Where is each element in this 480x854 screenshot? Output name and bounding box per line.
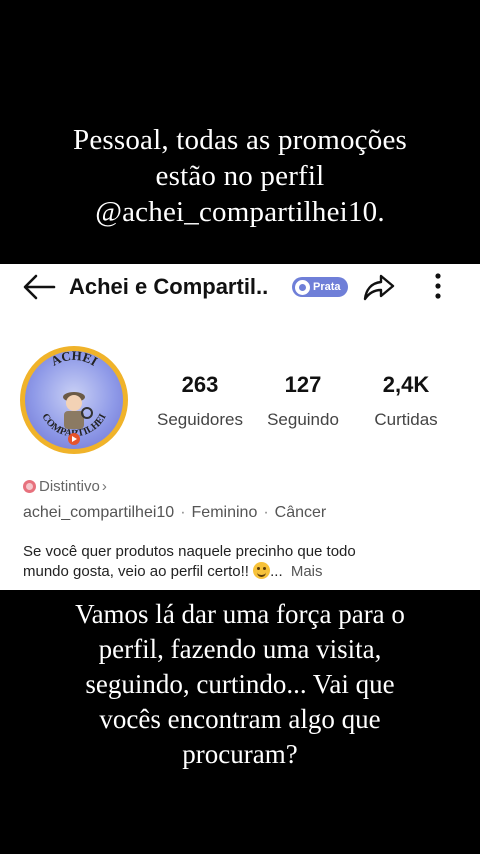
top-caption-line-2: estão no perfil	[155, 160, 325, 192]
profile-title: Achei e Compartil..	[69, 274, 269, 299]
profile-card: Achei e Compartil.. Prata ACHEI COMPAR	[0, 264, 480, 590]
avatar[interactable]: ACHEI COMPARTILHEI	[20, 346, 128, 454]
zodiac-sign: Câncer	[274, 504, 327, 521]
top-caption-line-1: Pessoal, todas as promoções	[72, 124, 407, 156]
stat-value: 263	[181, 372, 219, 397]
stat-label: Seguindo	[267, 410, 339, 429]
bio-line-1: Se você quer produtos naquele precinho q…	[23, 543, 356, 560]
separator: ·	[180, 504, 186, 521]
gender: Feminino	[191, 504, 258, 521]
smile-emoji-icon	[253, 562, 271, 579]
top-caption-line-3: @achei_compartilhei10.	[95, 196, 385, 228]
back-arrow-icon[interactable]	[22, 274, 56, 300]
avatar-illustration: ACHEI COMPARTILHEI	[39, 351, 109, 445]
bottom-caption-line-3: seguindo, curtindo... Vai que	[85, 669, 395, 699]
more-vertical-icon[interactable]	[428, 272, 448, 302]
stat-followers[interactable]: 263 Seguidores	[150, 372, 250, 430]
bottom-caption: Vamos lá dar uma força para o perfil, fa…	[0, 597, 480, 772]
bottom-caption-line-4: vocês encontram algo que	[99, 704, 381, 734]
username: achei_compartilhei10	[23, 504, 175, 521]
bottom-caption-line-5: procuram?	[182, 739, 298, 769]
profile-header: Achei e Compartil.. Prata	[0, 264, 480, 310]
stat-label: Curtidas	[374, 410, 438, 429]
badge-label: Prata	[313, 281, 341, 293]
bio-line-2: mundo gosta, veio ao perfil certo!! ... …	[23, 562, 463, 582]
bio-text: mundo gosta, veio ao perfil certo!!	[23, 563, 249, 580]
share-icon[interactable]	[363, 273, 395, 301]
stat-following[interactable]: 127 Seguindo	[255, 372, 351, 430]
bio-ellipsis: ...	[270, 563, 283, 580]
bottom-caption-line-1: Vamos lá dar uma força para o	[75, 599, 405, 629]
stat-value: 127	[284, 372, 322, 397]
stat-likes[interactable]: 2,4K Curtidas	[362, 372, 450, 430]
bio-more-link[interactable]: Mais	[291, 563, 323, 580]
top-caption: Pessoal, todas as promoções estão no per…	[0, 122, 480, 230]
profile-meta: achei_compartilhei10 · Feminino · Câncer	[23, 504, 326, 522]
distintivo-icon	[23, 480, 36, 493]
svg-text:ACHEI: ACHEI	[48, 351, 100, 369]
distintivo-link[interactable]: Distintivo ›	[23, 478, 107, 495]
distintivo-label: Distintivo	[39, 478, 100, 495]
stat-label: Seguidores	[156, 410, 243, 429]
level-badge[interactable]: Prata	[292, 277, 348, 297]
bottom-caption-line-2: perfil, fazendo uma visita,	[98, 634, 382, 664]
profile-bio: Se você quer produtos naquele precinho q…	[23, 542, 463, 582]
separator: ·	[263, 504, 269, 521]
badge-icon	[295, 279, 310, 295]
stat-value: 2,4K	[382, 372, 430, 397]
chevron-right-icon: ›	[101, 478, 107, 495]
